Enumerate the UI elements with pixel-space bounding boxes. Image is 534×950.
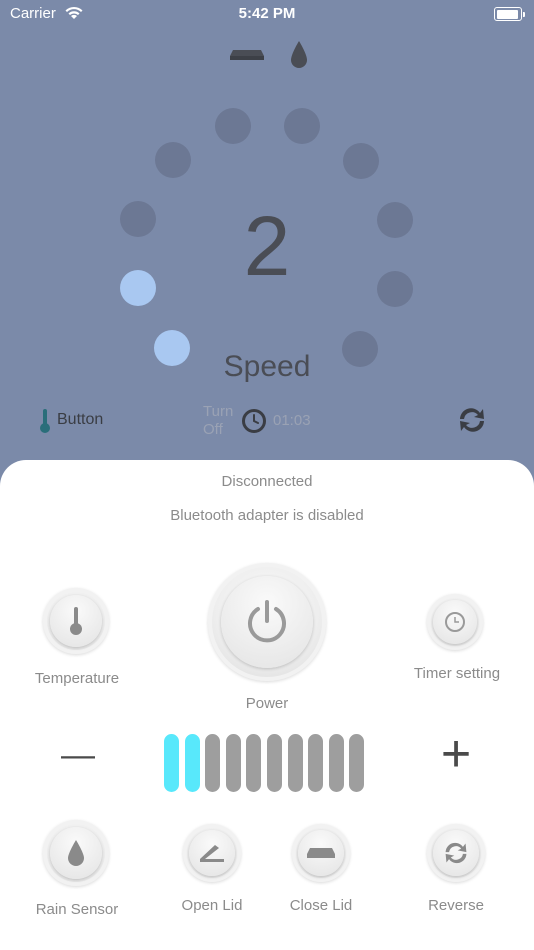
level-segment[interactable]	[328, 734, 344, 792]
power-icon	[248, 600, 286, 643]
status-bar: Carrier 5:42 PM	[0, 0, 534, 28]
reverse-icon	[445, 842, 467, 864]
power-label: Power	[245, 695, 289, 712]
rain-sensor-label: Rain Sensor	[35, 901, 119, 918]
speed-label: Speed	[223, 350, 311, 383]
timer-setting-button[interactable]	[427, 594, 483, 650]
speed-level-dot[interactable]	[215, 108, 251, 144]
close-lid-button[interactable]	[292, 824, 350, 882]
level-segment[interactable]	[225, 734, 241, 792]
reverse-label: Reverse	[428, 897, 484, 914]
clock-time: 5:42 PM	[238, 5, 296, 22]
speed-level-dot[interactable]	[343, 143, 379, 179]
lid-icon[interactable]	[229, 44, 265, 62]
speed-level-dot[interactable]	[155, 142, 191, 178]
level-segment[interactable]	[308, 734, 324, 792]
open-lid-icon	[200, 845, 224, 862]
reverse-button[interactable]	[427, 824, 485, 882]
clock-icon	[242, 409, 266, 433]
speed-level-dot[interactable]	[284, 108, 320, 144]
increase-button[interactable]: +	[432, 728, 480, 780]
clock-icon	[445, 612, 465, 632]
close-lid-label: Close Lid	[289, 897, 353, 914]
timer-setting-label: Timer setting	[413, 665, 501, 682]
thermometer-icon	[70, 607, 82, 635]
battery-icon	[494, 7, 525, 21]
thermometer-icon	[40, 409, 50, 433]
rain-drop-icon[interactable]	[289, 40, 309, 70]
open-lid-button[interactable]	[183, 824, 241, 882]
level-segment[interactable]	[349, 734, 365, 792]
rain-sensor-button[interactable]	[43, 820, 109, 886]
level-segment[interactable]	[246, 734, 262, 792]
connection-message: Bluetooth adapter is disabled	[170, 507, 364, 524]
level-segment[interactable]	[287, 734, 303, 792]
rain-drop-icon	[68, 840, 84, 866]
temperature-label: Temperature	[34, 670, 120, 687]
reverse-icon[interactable]	[456, 405, 488, 435]
temperature-button[interactable]	[43, 588, 109, 654]
button-label[interactable]: Button	[57, 411, 103, 429]
power-button[interactable]	[208, 563, 326, 681]
open-lid-label: Open Lid	[181, 897, 243, 914]
timer-value: 01:03	[273, 412, 311, 429]
level-segment[interactable]	[164, 734, 179, 792]
decrease-button[interactable]: —	[58, 735, 98, 775]
level-segment[interactable]	[205, 734, 221, 792]
speed-value: 2	[243, 199, 291, 293]
level-segment[interactable]	[184, 734, 200, 792]
connection-status: Disconnected	[221, 473, 313, 490]
close-lid-icon	[307, 848, 335, 858]
turn-off-label: Turn Off	[203, 403, 234, 438]
level-segment[interactable]	[267, 734, 282, 792]
